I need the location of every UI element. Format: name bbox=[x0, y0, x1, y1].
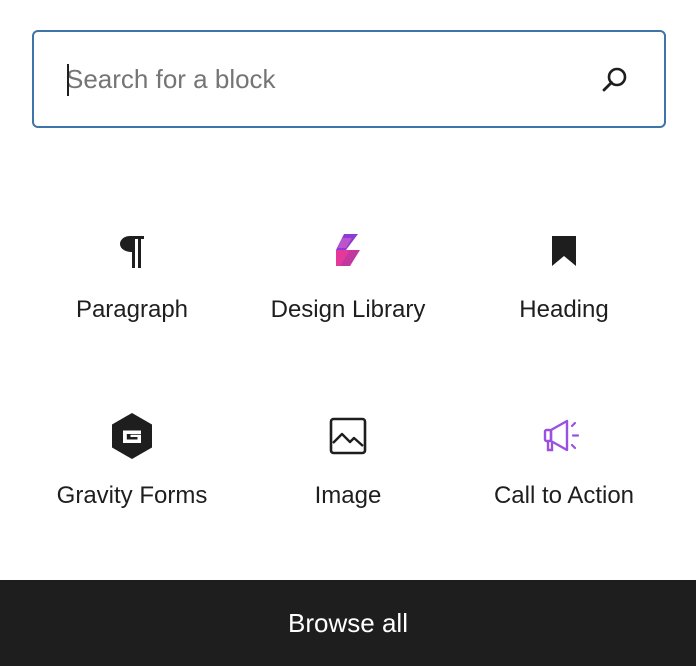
paragraph-icon bbox=[108, 226, 156, 274]
block-item-image[interactable]: Image bbox=[240, 386, 456, 572]
design-library-icon bbox=[324, 226, 372, 274]
megaphone-icon bbox=[540, 412, 588, 460]
block-item-call-to-action[interactable]: Call to Action bbox=[456, 386, 672, 572]
block-grid: Paragraph Design Library Heading Gravity… bbox=[24, 200, 672, 572]
block-label: Image bbox=[314, 482, 382, 509]
block-label: Gravity Forms bbox=[56, 482, 208, 509]
block-label: Heading bbox=[519, 296, 609, 323]
block-label: Design Library bbox=[270, 296, 426, 323]
block-item-paragraph[interactable]: Paragraph bbox=[24, 200, 240, 386]
browse-all-button[interactable]: Browse all bbox=[0, 580, 696, 666]
block-label: Call to Action bbox=[493, 482, 635, 509]
block-item-gravity-forms[interactable]: Gravity Forms bbox=[24, 386, 240, 572]
image-icon bbox=[324, 412, 372, 460]
block-item-heading[interactable]: Heading bbox=[456, 200, 672, 386]
block-item-design-library[interactable]: Design Library bbox=[240, 200, 456, 386]
search-icon[interactable] bbox=[600, 65, 630, 95]
text-caret bbox=[67, 64, 69, 96]
bookmark-icon bbox=[540, 226, 588, 274]
search-box[interactable] bbox=[32, 30, 666, 128]
block-label: Paragraph bbox=[75, 296, 189, 323]
search-input[interactable] bbox=[66, 32, 586, 126]
gravity-forms-icon bbox=[108, 412, 156, 460]
